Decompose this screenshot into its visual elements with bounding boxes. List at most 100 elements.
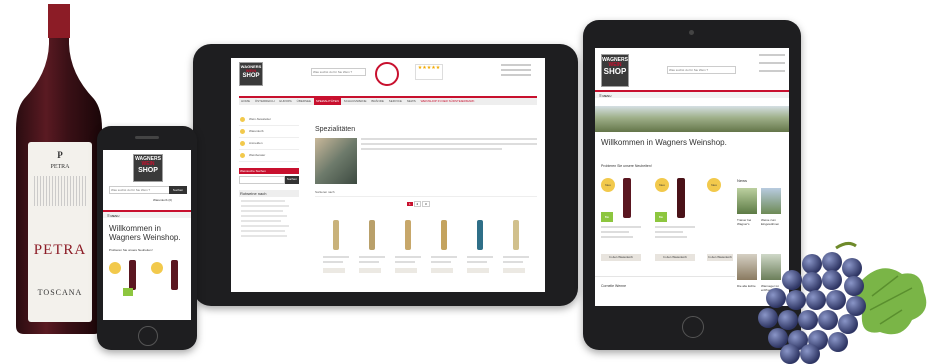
nav-uebersee[interactable]: ÜBERSEE [295, 98, 313, 105]
grape [780, 344, 800, 364]
label-region: TOSCANA [37, 288, 83, 297]
new-badge: Neu [655, 178, 669, 192]
product-bottle [369, 220, 375, 250]
product-card[interactable] [501, 216, 531, 282]
news-title[interactable]: Weine zum Eingewöhnen [761, 218, 785, 226]
product-bottle [333, 220, 339, 250]
tablet-landscape: WAGNERS WEIN SHOP Was suchst du für Sie … [193, 44, 578, 306]
page-2[interactable]: 2 [413, 201, 422, 207]
sidebar: Wein-Newsletter Warenkorb Anmelden Weinb… [239, 114, 299, 284]
add-to-cart-button[interactable]: In den Warenkorb [601, 254, 641, 261]
grape [758, 308, 778, 328]
home-button[interactable] [682, 316, 704, 338]
product-info [655, 226, 695, 238]
nav-braende[interactable]: BRÄNDE [369, 98, 386, 105]
header-links[interactable] [759, 54, 785, 90]
sidebar-search-button[interactable]: Suchen [284, 176, 299, 184]
search-input[interactable]: Was suchst du für Sie Wein ? [311, 68, 366, 76]
bio-badge [123, 288, 133, 296]
product-bottle [677, 178, 685, 218]
new-badge [151, 262, 163, 274]
grape [822, 270, 842, 290]
product-bottle [405, 220, 411, 250]
news-thumb[interactable] [737, 188, 757, 214]
sidebar-item[interactable]: Wein-Newsletter [239, 114, 299, 126]
sort-bar[interactable]: Sortieren nach [315, 190, 537, 197]
grape [802, 254, 822, 274]
phone-menu-bar[interactable]: ☰ MENU [103, 210, 191, 218]
grape [826, 290, 846, 310]
new-badge: Neu [707, 178, 721, 192]
product-grid [315, 216, 537, 286]
label-monogram: P [57, 150, 63, 160]
add-to-cart-button[interactable]: In den Warenkorb [655, 254, 695, 261]
page-1[interactable]: 1 [407, 202, 413, 206]
grape [818, 310, 838, 330]
product-bottle [477, 220, 483, 250]
seal-badge [375, 62, 399, 86]
label-illustration [34, 176, 86, 206]
sidebar-item[interactable]: Weinberater [239, 150, 299, 162]
menu-bar[interactable]: ☰ MENU [595, 90, 789, 98]
product-card[interactable] [393, 216, 423, 282]
front-camera [689, 30, 694, 35]
page-title: Spezialitäten [315, 126, 356, 133]
nav-service[interactable]: SERVICE [387, 98, 404, 105]
menu-icon: ☰ [599, 94, 602, 98]
grape [766, 288, 786, 308]
menu-icon: ☰ [107, 214, 110, 218]
label-top-brand: PETRA [50, 164, 70, 170]
sidebar-category-list[interactable] [239, 200, 299, 237]
hero-image [315, 138, 357, 184]
grape [786, 290, 806, 310]
product-bottle [129, 260, 136, 290]
product-bottle [623, 178, 631, 218]
nav-home[interactable]: HOME [239, 98, 252, 105]
news-heading: News [737, 178, 748, 183]
phone-screen: WAGNERS WEIN SHOP Was suchst du für Sie … [103, 150, 191, 320]
pagination[interactable]: 1 2 3 [407, 201, 430, 207]
nav-news[interactable]: NEWS [405, 98, 418, 105]
search-input[interactable]: Was suchst du für Sie Wein ? [667, 66, 736, 74]
nav-schaumweine[interactable]: SCHAUMWEINE [342, 98, 369, 105]
product-card[interactable] [429, 216, 459, 282]
header-links[interactable] [501, 64, 531, 80]
grape [778, 310, 798, 330]
nav-oesterreich[interactable]: ÖSTERREICH [253, 98, 277, 105]
welcome-heading: Willkommen in Wagners Weinshop. [109, 224, 181, 242]
sidebar-item[interactable]: Warenkorb [239, 126, 299, 138]
add-to-cart-button[interactable]: In den Warenkorb [707, 254, 733, 261]
smartphone: WAGNERS WEIN SHOP Was suchst du für Sie … [97, 126, 197, 350]
product-info [601, 226, 641, 238]
product-card[interactable] [465, 216, 495, 282]
hero-banner [595, 106, 789, 132]
bio-badge: Bio [601, 212, 613, 222]
nav-weinshop[interactable]: WEINSHOP IN DER SÜDSTEIERMARK [419, 98, 477, 105]
search-input[interactable]: Was suchst du für Sie Wein ? [109, 186, 170, 194]
page-3[interactable]: 3 [422, 201, 430, 207]
news-title[interactable]: Trainer bei Wagner's [737, 218, 759, 226]
product-card[interactable] [321, 216, 351, 282]
new-badge [109, 262, 121, 274]
grape [802, 272, 822, 292]
sidebar-item[interactable]: Anmelden [239, 138, 299, 150]
sidebar-search-input[interactable] [239, 176, 285, 184]
news-thumb[interactable] [761, 188, 781, 214]
product-card[interactable] [357, 216, 387, 282]
site-logo: WAGNERS WEIN SHOP [601, 54, 629, 87]
grape [844, 276, 864, 296]
site-logo: WAGNERS WEIN SHOP [239, 62, 263, 86]
grape [846, 296, 866, 316]
nav-europa[interactable]: EUROPA [277, 98, 293, 105]
search-button[interactable]: Suchen [169, 186, 187, 194]
home-button[interactable] [138, 326, 158, 346]
logo-line3: SHOP [242, 73, 260, 79]
bottle-label: P PETRA PETRA TOSCANA [28, 142, 92, 322]
grape [828, 332, 848, 352]
novelties-heading: Probieren Sie unsere Neuheiten! [601, 164, 652, 168]
grape [798, 310, 818, 330]
cart-link[interactable]: Warenkorb (0) [153, 198, 172, 202]
grape [838, 314, 858, 334]
product-bottle [513, 220, 519, 250]
nav-spezialitaeten[interactable]: SPEZIALITÄTEN [313, 98, 341, 105]
